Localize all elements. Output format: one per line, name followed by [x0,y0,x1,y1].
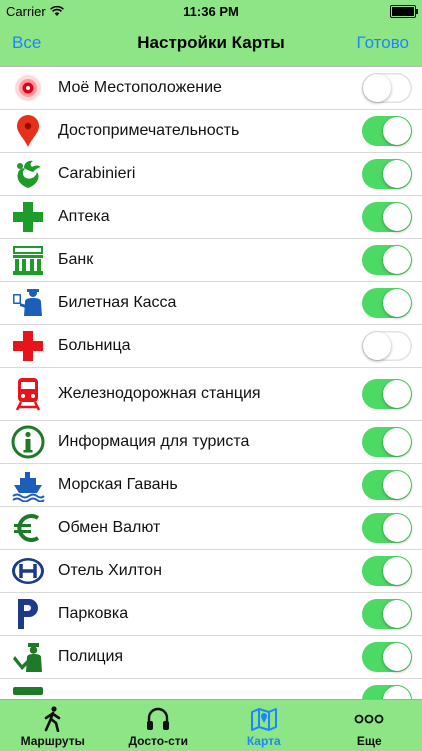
list-item-label: Полиция [58,647,342,667]
tab-bar: Маршруты Досто-сти Карта [0,699,422,751]
railway-station-toggle[interactable] [362,379,412,409]
hospital-icon [10,328,46,364]
list-item-currency-exchange: Обмен Валют [0,507,422,550]
list-item-hospital: Больница [0,325,422,368]
list-item-label: Железнодорожная станция [58,384,342,404]
police-icon [10,639,46,675]
status-right [390,5,416,18]
list-item-label: Достопримечательность [58,121,342,141]
list-item-police: Полиция [0,636,422,679]
hospital-toggle[interactable] [362,331,412,361]
parking-icon [10,596,46,632]
list-item-ticket-office: Билетная Касса [0,282,422,325]
train-icon [10,376,46,412]
hilton-icon [10,553,46,589]
carabinieri-icon [10,156,46,192]
list-item-label: Обмен Валют [58,518,342,538]
list-item-label: Парковка [58,604,342,624]
bank-toggle[interactable] [362,245,412,275]
list-item-landmark: Достопримечательность [0,110,422,153]
ticket-office-toggle[interactable] [362,288,412,318]
police-toggle[interactable] [362,642,412,672]
pharmacy-icon [10,199,46,235]
list-item-label: Отель Хилтон [58,561,342,581]
list-item-pharmacy: Аптека [0,196,422,239]
tab-map[interactable]: Карта [211,700,317,751]
map-icon [249,704,279,734]
list-item-hilton-hotel: Отель Хилтон [0,550,422,593]
carabinieri-toggle[interactable] [362,159,412,189]
list-item-parking: Парковка [0,593,422,636]
tab-label: Маршруты [21,734,85,748]
list-item-label: Информация для туриста [58,432,342,452]
list-item-label: Carabinieri [58,164,342,184]
tab-label: Еще [357,734,382,748]
list-item-label: Аптека [58,207,342,227]
tab-routes[interactable]: Маршруты [0,700,106,751]
list-item-label: Морская Гавань [58,475,342,495]
ship-icon [10,467,46,503]
my-location-toggle[interactable] [362,73,412,103]
euro-icon [10,510,46,546]
list-item-railway-station: Железнодорожная станция [0,368,422,421]
list-item-bank: Банк [0,239,422,282]
status-time: 11:36 PM [0,4,422,19]
navigation-bar: Все Настройки Карты Готово [0,22,422,67]
done-button[interactable]: Готово [357,33,410,53]
list-item-my-location: Моё Местоположение [0,67,422,110]
battery-icon [390,5,416,18]
location-icon [10,70,46,106]
bank-icon [10,242,46,278]
hilton-hotel-toggle[interactable] [362,556,412,586]
tourist-info-toggle[interactable] [362,427,412,457]
ticket-office-icon [10,285,46,321]
list-item-carabinieri: Carabinieri [0,153,422,196]
pharmacy-toggle[interactable] [362,202,412,232]
settings-list: Моё Местоположение Достопримечательность… [0,67,422,722]
landmark-toggle[interactable] [362,116,412,146]
tab-more[interactable]: Еще [317,700,422,751]
tab-label: Досто-сти [128,734,188,748]
list-item-sea-harbor: Морская Гавань [0,464,422,507]
info-icon [10,424,46,460]
tab-sights[interactable]: Досто-сти [106,700,212,751]
sea-harbor-toggle[interactable] [362,470,412,500]
list-item-label: Больница [58,336,342,356]
list-item-tourist-info: Информация для туриста [0,421,422,464]
list-item-label: Билетная Касса [58,293,342,313]
tab-label: Карта [247,734,281,748]
status-bar: Carrier 11:36 PM [0,0,422,22]
currency-exchange-toggle[interactable] [362,513,412,543]
walker-icon [38,704,68,734]
map-pin-icon [10,113,46,149]
more-icon [354,704,384,734]
parking-toggle[interactable] [362,599,412,629]
list-item-label: Моё Местоположение [58,78,342,98]
headphones-icon [143,704,173,734]
list-item-label: Банк [58,250,342,270]
